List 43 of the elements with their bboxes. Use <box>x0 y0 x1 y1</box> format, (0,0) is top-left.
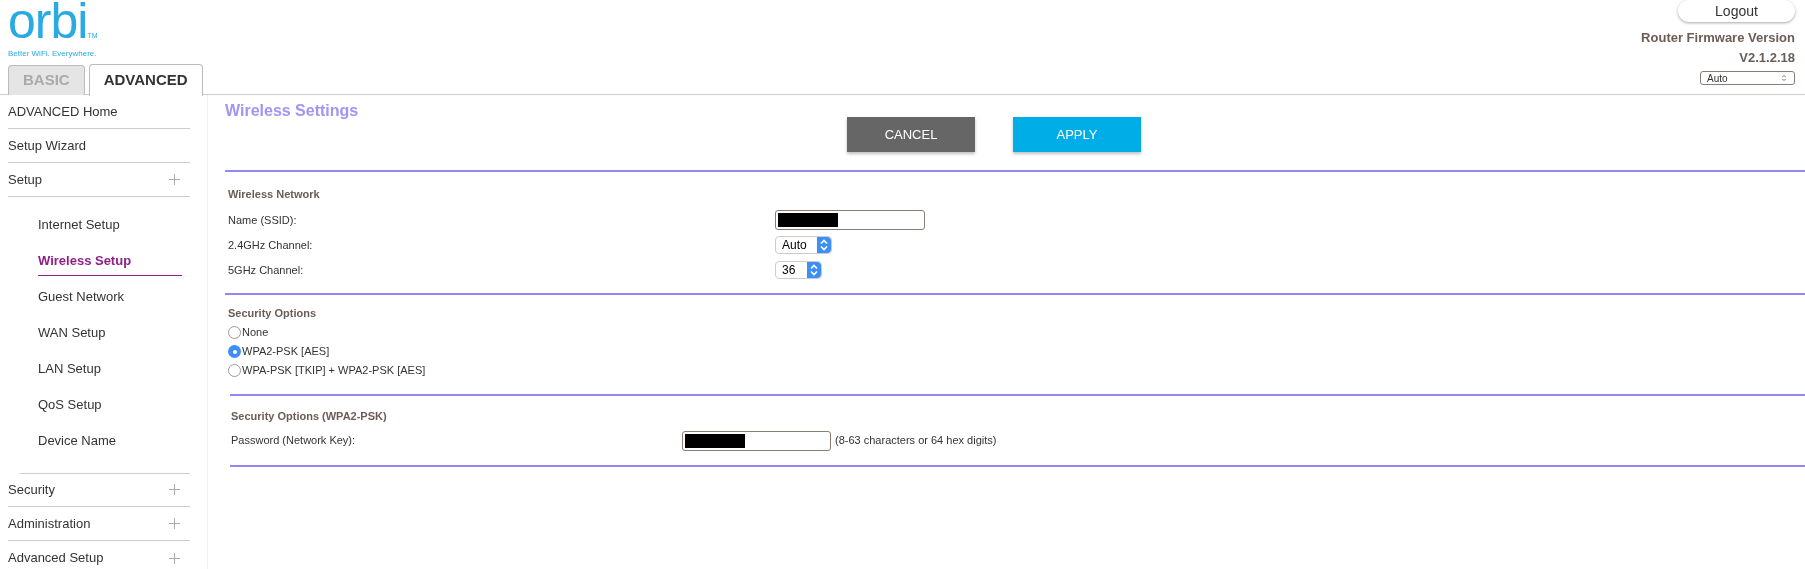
field-label: Name (SSID): <box>228 212 298 228</box>
radio-button[interactable] <box>228 326 241 339</box>
section-heading: Wireless Network <box>228 187 321 202</box>
stepper-icon <box>817 237 831 253</box>
sidebar-subitem[interactable]: Device Name <box>38 430 117 451</box>
sidebar-subitem[interactable]: LAN Setup <box>38 358 101 379</box>
sidebar-item[interactable]: Administration <box>8 507 190 541</box>
field-label: 5GHz Channel: <box>228 262 305 278</box>
tab[interactable]: ADVANCED <box>88 64 203 96</box>
sidebar-item[interactable]: Advanced Setup <box>8 541 190 569</box>
sidebar-subitem[interactable]: Wireless Setup <box>38 251 182 276</box>
radio-button[interactable] <box>228 345 241 358</box>
logout-button[interactable]: Logout <box>1678 0 1795 22</box>
stepper-icon <box>807 262 821 278</box>
sidebar-item[interactable]: Security <box>8 473 190 507</box>
cancel-button[interactable]: CANCEL <box>847 117 975 152</box>
text-field[interactable] <box>682 430 831 451</box>
logo-wordmark: orbi <box>8 0 88 43</box>
firmware-label: Router Firmware Version <box>1641 29 1795 47</box>
field-label: 2.4GHz Channel: <box>228 237 314 253</box>
field-label: Password (Network Key): <box>231 433 357 449</box>
radio-button[interactable] <box>228 364 241 377</box>
sidebar-subitem[interactable]: Guest Network <box>38 286 124 307</box>
sidebar-item[interactable]: ADVANCED Home <box>8 95 190 129</box>
text-field[interactable] <box>775 210 925 230</box>
page-title: Wireless Settings <box>225 101 360 121</box>
sidebar-subitem[interactable]: WAN Setup <box>38 322 106 343</box>
channel-select[interactable]: Auto <box>775 236 832 254</box>
tagline: Better WiFi. Everywhere. <box>8 48 98 60</box>
sidebar-subitem[interactable]: Internet Setup <box>38 214 120 235</box>
channel-select[interactable]: 36 <box>775 261 822 279</box>
sidebar-subitem[interactable]: QoS Setup <box>38 394 102 415</box>
password-hint: (8-63 characters or 64 hex digits) <box>835 433 997 449</box>
language-select[interactable]: Auto <box>1700 71 1795 85</box>
section-heading: Security Options <box>228 305 318 321</box>
radio-label: WPA2-PSK [AES] <box>242 344 330 360</box>
sidebar-item[interactable]: Setup Wizard <box>8 129 190 163</box>
radio-label: None <box>242 325 269 341</box>
stepper-icon <box>1780 73 1788 83</box>
section-heading: Security Options (WPA2-PSK) <box>231 409 388 424</box>
sidebar-item[interactable]: Setup <box>8 163 190 197</box>
firmware-version: V2.1.2.18 <box>1739 48 1795 67</box>
radio-label: WPA-PSK [TKIP] + WPA2-PSK [AES] <box>242 363 426 379</box>
